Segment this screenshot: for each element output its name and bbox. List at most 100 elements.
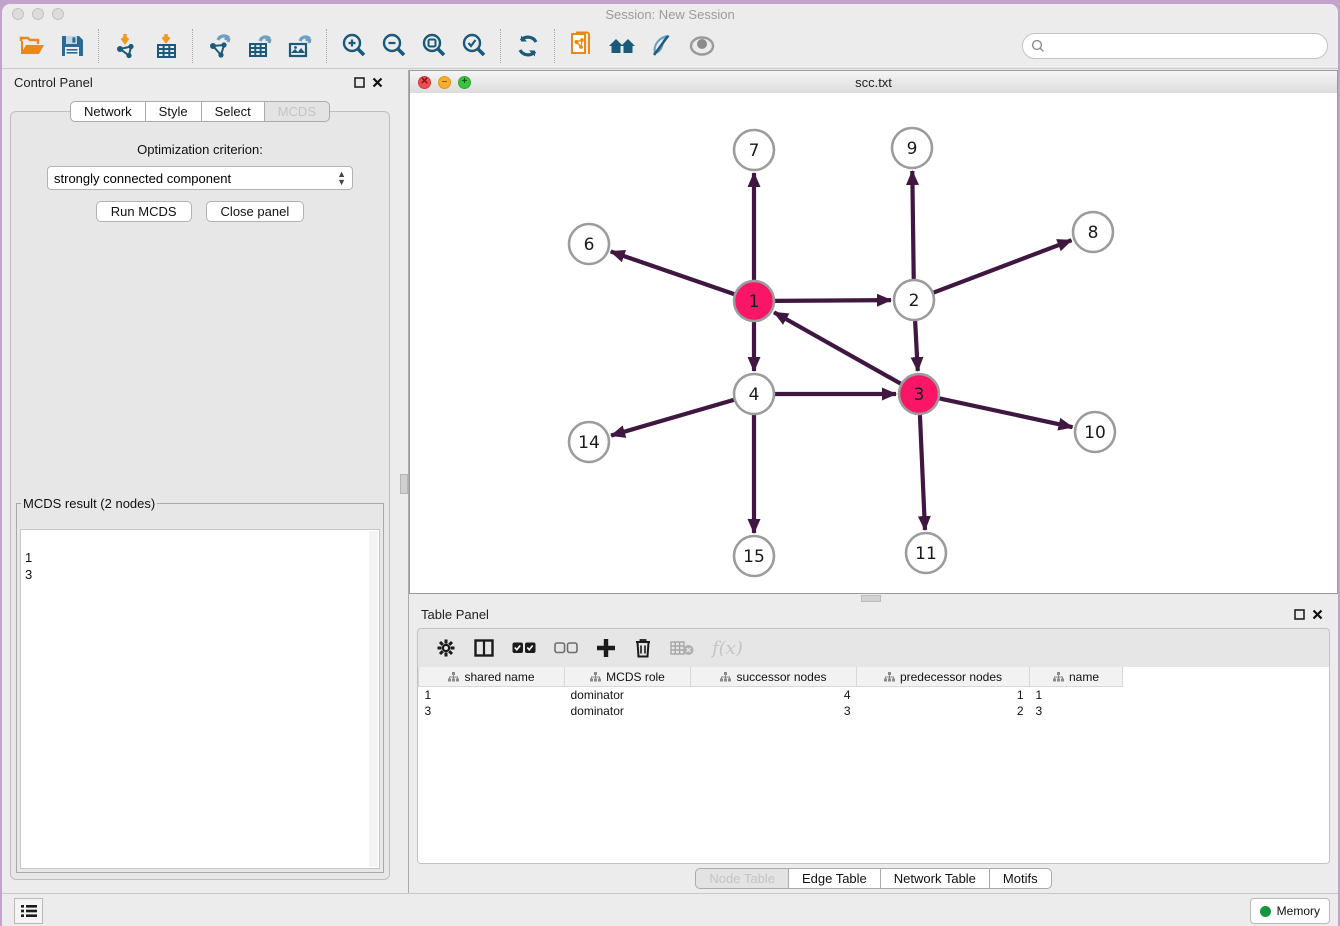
node-11[interactable]: 11: [906, 533, 946, 573]
close-panel-button[interactable]: Close panel: [206, 201, 305, 222]
node-15[interactable]: 15: [734, 536, 774, 576]
edge-1-2[interactable]: [775, 300, 891, 301]
splitter-handle[interactable]: [861, 595, 881, 602]
node-14[interactable]: 14: [569, 422, 609, 462]
export-table-icon[interactable]: [240, 28, 280, 64]
deselect-all-icon[interactable]: [554, 642, 578, 654]
select-all-icon[interactable]: [512, 642, 536, 654]
zoom-fit-icon[interactable]: [414, 28, 454, 64]
network-zoom-icon[interactable]: +: [458, 76, 471, 89]
tab-motifs[interactable]: Motifs: [990, 868, 1052, 889]
column-header-predecessor-nodes[interactable]: predecessor nodes: [857, 667, 1030, 687]
export-network-icon[interactable]: [200, 28, 240, 64]
add-column-icon[interactable]: [596, 638, 616, 658]
result-scrollbar[interactable]: [369, 531, 378, 867]
node-8[interactable]: 8: [1073, 212, 1113, 252]
node-10[interactable]: 10: [1075, 412, 1115, 452]
network-window: ✕ – + scc.txt 7 9 6 8 1 2 4 3 14 10 15 11: [409, 70, 1338, 594]
column-header-name[interactable]: name: [1030, 667, 1123, 687]
tab-style[interactable]: Style: [146, 101, 202, 122]
node-9[interactable]: 9: [892, 128, 932, 168]
edge-2-3[interactable]: [915, 321, 918, 371]
table-cell[interactable]: 2: [857, 703, 1030, 719]
save-session-icon[interactable]: [52, 28, 92, 64]
table-cell[interactable]: 3: [419, 703, 565, 719]
table-cell[interactable]: dominator: [565, 703, 691, 719]
table-cell[interactable]: 1: [857, 687, 1030, 704]
tab-edge-table[interactable]: Edge Table: [789, 868, 881, 889]
tab-node-table[interactable]: Node Table: [695, 868, 789, 889]
table-row[interactable]: 3dominator323: [419, 703, 1123, 719]
node-table-grid[interactable]: shared nameMCDS rolesuccessor nodesprede…: [418, 667, 1123, 719]
tab-mcds[interactable]: MCDS: [265, 101, 330, 122]
network-canvas[interactable]: 7 9 6 8 1 2 4 3 14 10 15 11: [410, 93, 1337, 593]
zoom-selected-icon[interactable]: [454, 28, 494, 64]
tab-select[interactable]: Select: [202, 101, 265, 122]
status-bar: Memory: [2, 893, 1338, 926]
table-header-row: shared nameMCDS rolesuccessor nodesprede…: [419, 667, 1123, 687]
edge-3-10[interactable]: [940, 398, 1073, 427]
import-network-icon[interactable]: [106, 28, 146, 64]
refresh-icon[interactable]: [508, 28, 548, 64]
vertical-splitter[interactable]: [398, 70, 409, 893]
float-panel-icon[interactable]: [1290, 606, 1308, 622]
node-3[interactable]: 3: [899, 374, 939, 414]
network-close-icon[interactable]: ✕: [418, 76, 431, 89]
node-1[interactable]: 1: [734, 281, 774, 321]
close-panel-icon[interactable]: [1308, 606, 1326, 622]
tab-network[interactable]: Network: [70, 101, 146, 122]
table-cell[interactable]: 3: [1030, 703, 1123, 719]
search-field[interactable]: [1022, 33, 1328, 59]
column-layout-icon[interactable]: [474, 639, 494, 657]
edge-3-11[interactable]: [920, 415, 925, 530]
edge-2-8[interactable]: [934, 240, 1072, 292]
network-window-titlebar: ✕ – + scc.txt: [410, 71, 1337, 94]
toolbar-separator: [192, 29, 194, 63]
memory-button[interactable]: Memory: [1250, 898, 1330, 924]
table-tabs: Node TableEdge TableNetwork TableMotifs: [409, 868, 1338, 889]
export-image-icon[interactable]: [280, 28, 320, 64]
graphics-details-icon[interactable]: [642, 28, 682, 64]
column-header-MCDS-role[interactable]: MCDS role: [565, 667, 691, 687]
table-row[interactable]: 1dominator411: [419, 687, 1123, 704]
column-header-successor-nodes[interactable]: successor nodes: [691, 667, 857, 687]
hide-selected-icon[interactable]: [682, 28, 722, 64]
table-cell[interactable]: 1: [419, 687, 565, 704]
node-6[interactable]: 6: [569, 224, 609, 264]
float-panel-icon[interactable]: [350, 74, 368, 90]
edge-4-14[interactable]: [611, 400, 734, 436]
node-4[interactable]: 4: [734, 374, 774, 414]
table-cell[interactable]: dominator: [565, 687, 691, 704]
zoom-in-icon[interactable]: [334, 28, 374, 64]
edge-2-9[interactable]: [912, 171, 913, 279]
tree-icon: [1053, 672, 1064, 682]
edge-3-1[interactable]: [774, 312, 901, 383]
splitter-handle[interactable]: [400, 474, 408, 494]
tab-network-table[interactable]: Network Table: [881, 868, 990, 889]
node-7[interactable]: 7: [734, 130, 774, 170]
open-session-icon[interactable]: [12, 28, 52, 64]
horizontal-splitter[interactable]: [409, 594, 1338, 602]
main-toolbar: [2, 23, 1338, 69]
node-label: 10: [1084, 423, 1106, 443]
column-header-shared-name[interactable]: shared name: [419, 667, 565, 687]
task-history-button[interactable]: [14, 898, 43, 924]
table-cell[interactable]: 3: [691, 703, 857, 719]
delete-column-icon[interactable]: [634, 638, 652, 658]
node-label: 14: [578, 433, 600, 453]
import-table-icon[interactable]: [146, 28, 186, 64]
close-panel-icon[interactable]: [368, 74, 386, 90]
table-cell[interactable]: 1: [1030, 687, 1123, 704]
table-cell[interactable]: 4: [691, 687, 857, 704]
network-minimize-icon[interactable]: –: [438, 76, 451, 89]
new-network-from-selection-icon[interactable]: [562, 28, 602, 64]
edge-1-6[interactable]: [611, 252, 734, 295]
first-neighbors-icon[interactable]: [602, 28, 642, 64]
run-mcds-button[interactable]: Run MCDS: [96, 201, 192, 222]
node-2[interactable]: 2: [894, 280, 934, 320]
toolbar-separator: [98, 29, 100, 63]
zoom-out-icon[interactable]: [374, 28, 414, 64]
optimization-criterion-select[interactable]: strongly connected component ▲▼: [47, 166, 353, 190]
settings-gear-icon[interactable]: [436, 638, 456, 658]
search-input[interactable]: [1050, 38, 1319, 54]
